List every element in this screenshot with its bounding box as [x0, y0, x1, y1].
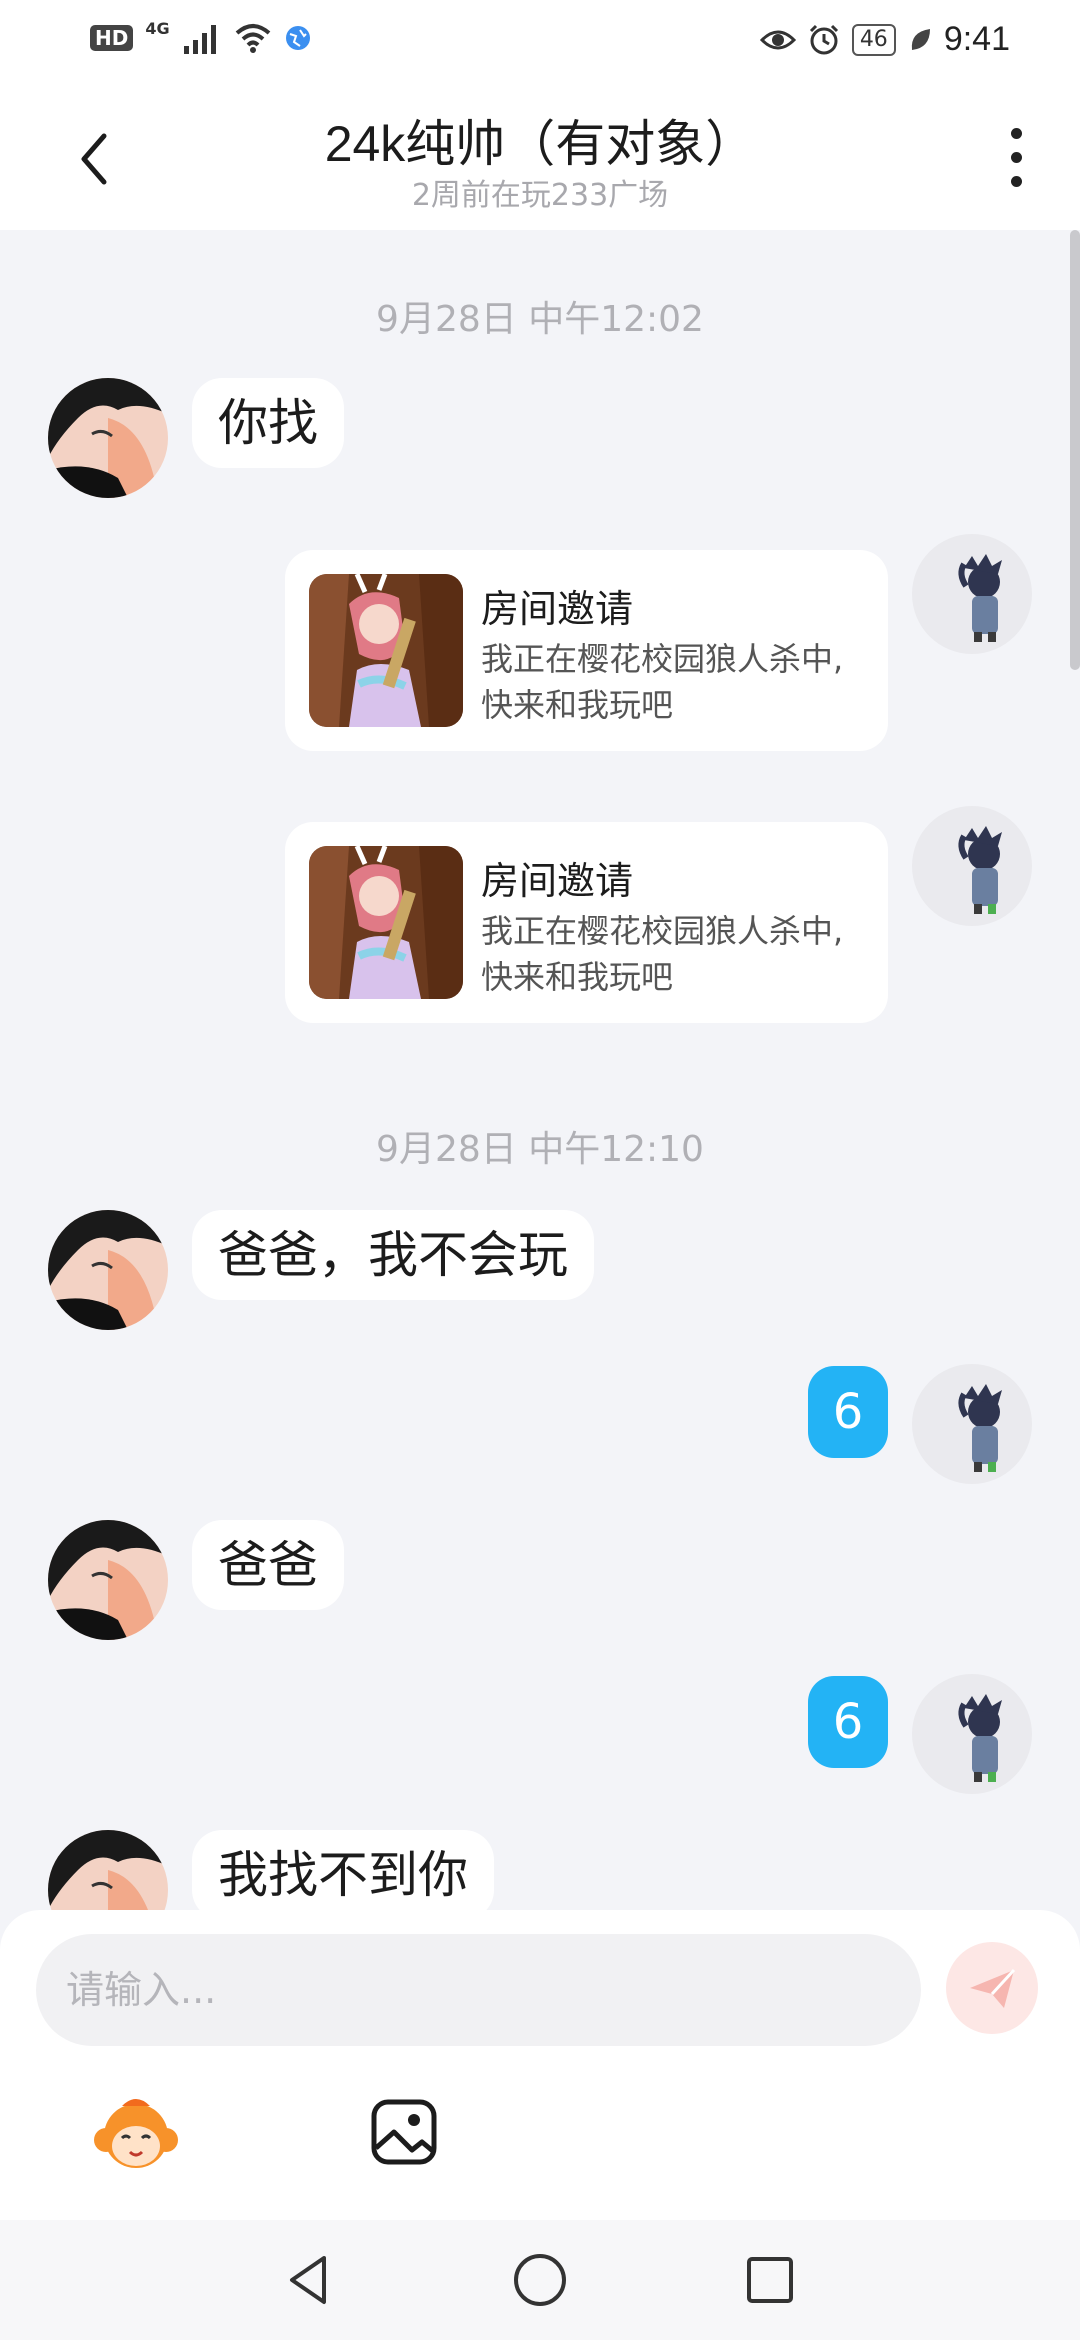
- room-invite-card[interactable]: 房间邀请 我正在樱花校园狼人杀中, 快来和我玩吧: [285, 822, 888, 1023]
- page-subtitle: 2周前在玩233广场: [411, 178, 669, 213]
- status-right: 46 9:41: [759, 20, 1010, 59]
- game-thumbnail: [309, 574, 463, 727]
- invite-title: 房间邀请: [481, 587, 634, 631]
- signal-icon: [183, 25, 216, 54]
- message-composer: [0, 1910, 1080, 2220]
- my-avatar[interactable]: [912, 1364, 1032, 1484]
- chat-header: 24k纯帅（有对象） 2周前在玩233广场: [0, 84, 1080, 230]
- eye-icon: [759, 30, 796, 49]
- received-message[interactable]: 爸爸，我不会玩: [192, 1210, 594, 1300]
- my-avatar-image: [912, 534, 1032, 654]
- emoji-button[interactable]: [92, 2090, 180, 2178]
- alarm-icon: [809, 24, 838, 54]
- message-input[interactable]: [36, 1934, 921, 2046]
- nav-recents-button[interactable]: [740, 2250, 800, 2310]
- my-avatar[interactable]: [912, 1674, 1032, 1794]
- game-thumbnail: [309, 846, 463, 999]
- nav-home-button[interactable]: [510, 2250, 570, 2310]
- battery-icon: 46: [851, 23, 896, 56]
- chat-area[interactable]: 9月28日 中午12:02 你找 房间邀请 我正在樱花校园狼人杀中, 快来和我玩…: [0, 230, 1080, 1910]
- contact-avatar-image: [48, 1210, 168, 1330]
- nav-back-button[interactable]: [280, 2250, 340, 2310]
- contact-avatar[interactable]: [48, 1520, 168, 1640]
- status-bar: HD 4G 46 9:41: [0, 0, 1080, 84]
- message-timestamp: 9月28日 中午12:10: [376, 1129, 704, 1170]
- invite-description: 我正在樱花校园狼人杀中, 快来和我玩吧: [481, 912, 844, 996]
- dot-icon: [1010, 128, 1022, 139]
- game-thumbnail-image: [309, 846, 463, 999]
- contact-avatar[interactable]: [48, 1210, 168, 1330]
- received-message[interactable]: 你找: [192, 378, 344, 468]
- sent-message[interactable]: 6: [808, 1676, 888, 1768]
- globe-icon: [285, 26, 310, 50]
- circle-home-icon: [514, 2254, 566, 2306]
- dot-icon: [1010, 152, 1022, 163]
- status-time: 9:41: [943, 20, 1010, 58]
- monkey-face-icon: [94, 2099, 178, 2168]
- my-avatar[interactable]: [912, 534, 1032, 654]
- received-message[interactable]: 爸爸: [192, 1520, 344, 1610]
- message-timestamp: 9月28日 中午12:02: [376, 299, 704, 340]
- leaf-icon: [911, 28, 930, 50]
- invite-title: 房间邀请: [481, 859, 634, 903]
- contact-avatar-image: [48, 1830, 168, 1910]
- status-left: HD 4G: [90, 18, 312, 54]
- square-recents-icon: [747, 2257, 793, 2303]
- system-nav-bar: [0, 2220, 1080, 2340]
- my-avatar-image: [912, 806, 1032, 926]
- contact-avatar[interactable]: [48, 378, 168, 498]
- send-button[interactable]: [946, 1942, 1038, 2034]
- hd-badge: HD: [90, 25, 134, 51]
- my-avatar-image: [912, 1364, 1032, 1484]
- contact-avatar-image: [48, 378, 168, 498]
- image-icon: [371, 2099, 437, 2165]
- dot-icon: [1010, 176, 1022, 187]
- page-title: 24k纯帅（有对象）: [324, 116, 756, 172]
- my-avatar-image: [912, 1674, 1032, 1794]
- paper-plane-icon: [970, 1968, 1016, 2008]
- more-options-button[interactable]: [998, 128, 1034, 194]
- room-invite-card[interactable]: 房间邀请 我正在樱花校园狼人杀中, 快来和我玩吧: [285, 550, 888, 751]
- triangle-back-icon: [290, 2256, 326, 2304]
- network-type: 4G: [145, 18, 170, 38]
- wifi-icon: [235, 24, 270, 53]
- my-avatar[interactable]: [912, 806, 1032, 926]
- contact-avatar-image: [48, 1520, 168, 1640]
- received-message[interactable]: 我找不到你: [192, 1830, 494, 1910]
- invite-description: 我正在樱花校园狼人杀中, 快来和我玩吧: [481, 640, 844, 724]
- image-button[interactable]: [368, 2096, 440, 2168]
- contact-avatar[interactable]: [48, 1830, 168, 1910]
- sent-message[interactable]: 6: [808, 1366, 888, 1458]
- game-thumbnail-image: [309, 574, 463, 727]
